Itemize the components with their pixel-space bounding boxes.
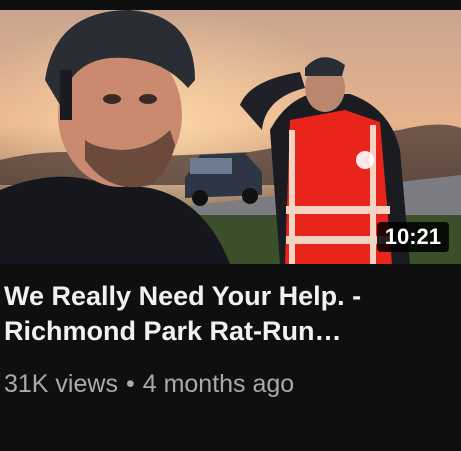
video-metadata: 31K views • 4 months ago — [4, 370, 294, 399]
video-thumbnail[interactable]: 10:21 — [0, 10, 461, 264]
view-count: 31K views — [4, 370, 118, 398]
upload-age: 4 months ago — [142, 370, 295, 398]
video-title-line-2: Richmond Park Rat-Run… — [4, 316, 342, 346]
duration-badge: 10:21 — [376, 222, 449, 252]
video-card[interactable]: 10:21 We Really Need Your Help. - Richmo… — [0, 0, 461, 451]
video-title[interactable]: We Really Need Your Help. - Richmond Par… — [4, 279, 444, 349]
meta-separator: • — [125, 370, 135, 398]
video-title-line-1: We Really Need Your Help. - — [4, 281, 362, 311]
